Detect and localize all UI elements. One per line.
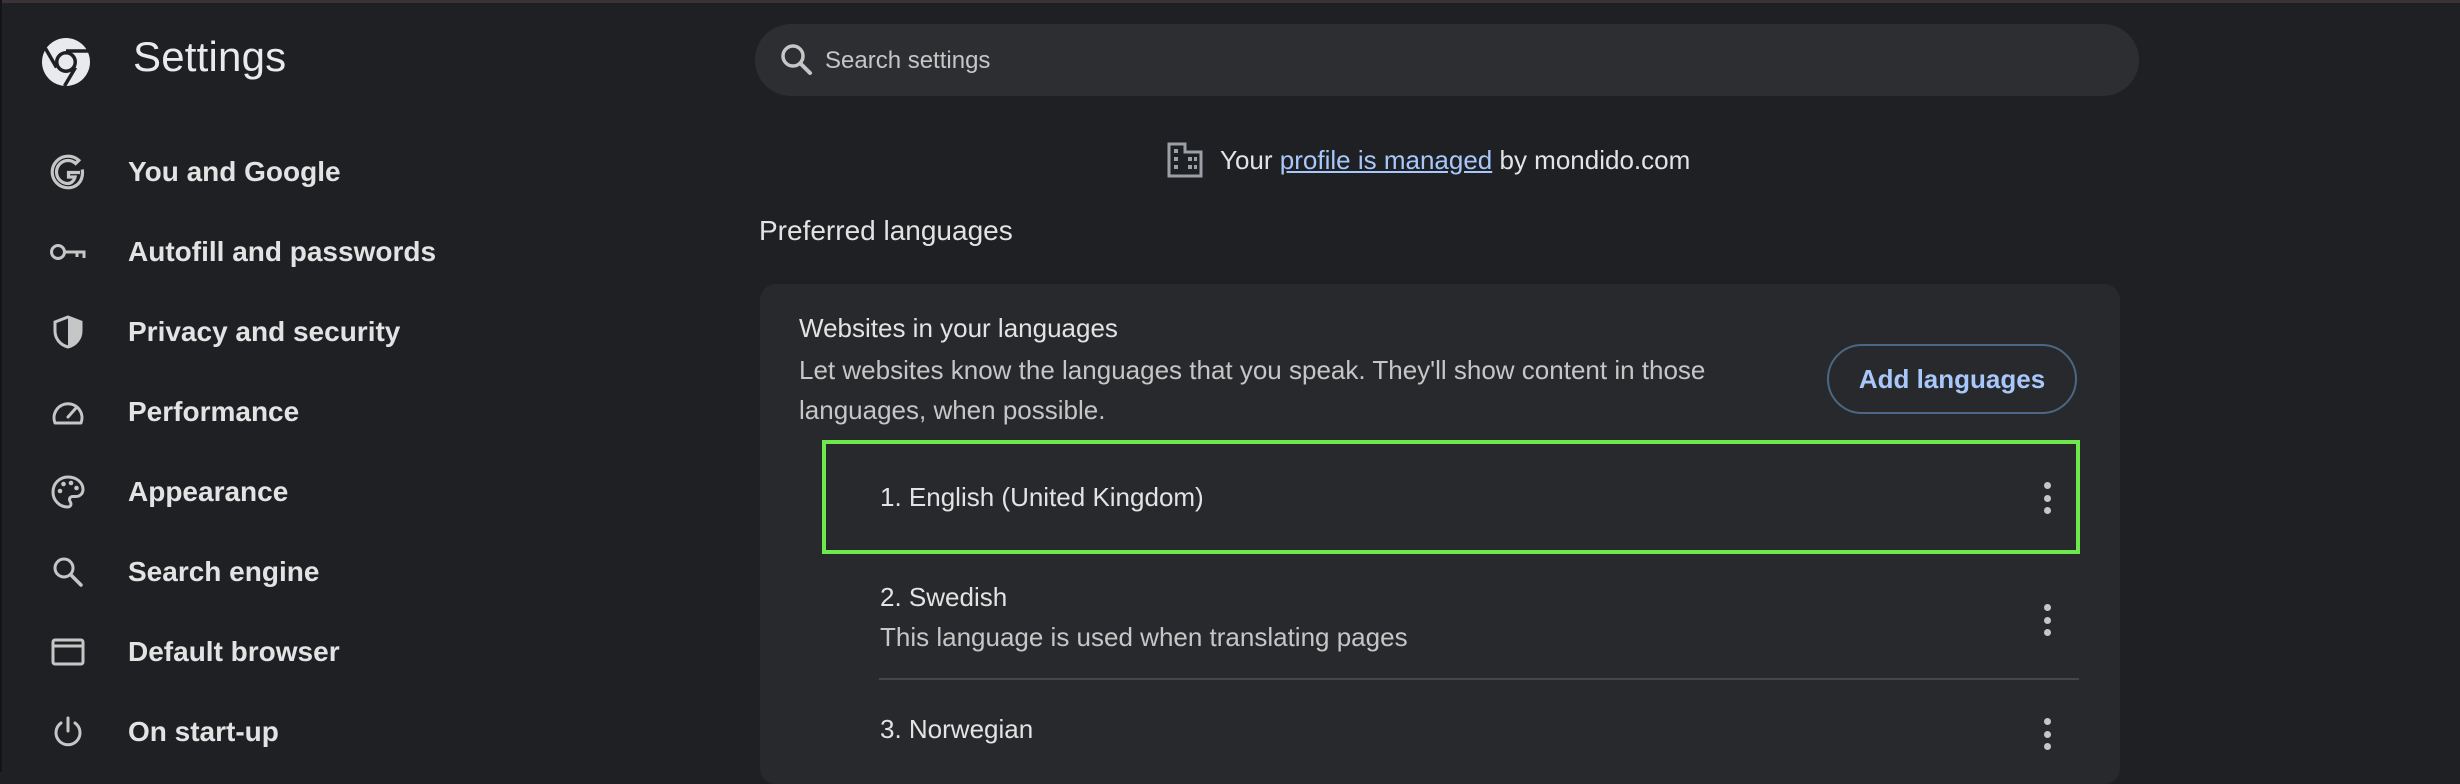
- browser-window-icon: [48, 632, 88, 672]
- page-title: Settings: [133, 33, 287, 80]
- key-icon: [48, 232, 88, 272]
- sidebar-item-label: On start-up: [128, 716, 279, 747]
- more-options-icon[interactable]: [2041, 600, 2053, 640]
- sidebar-item-label: Appearance: [128, 476, 289, 507]
- managed-notice: Your profile is managed by mondido.com: [1166, 140, 1690, 180]
- sidebar-item-you-and-google[interactable]: You and Google: [0, 142, 700, 202]
- sidebar-item-search-engine[interactable]: Search engine: [0, 542, 700, 602]
- power-icon: [48, 712, 88, 752]
- google-g-icon: [48, 152, 88, 192]
- language-note: This language is used when translating p…: [880, 622, 1408, 652]
- selection-highlight: [822, 440, 2080, 554]
- speedometer-icon: [48, 392, 88, 432]
- sidebar-item-default-browser[interactable]: Default browser: [0, 622, 700, 682]
- add-languages-button[interactable]: Add languages: [1827, 344, 2077, 414]
- search-icon: [779, 42, 815, 78]
- sidebar-item-privacy[interactable]: Privacy and security: [0, 302, 700, 362]
- sidebar-item-label: Default browser: [128, 636, 340, 667]
- building-icon: [1166, 141, 1204, 179]
- language-row-swedish: 2. Swedish This language is used when tr…: [824, 570, 2080, 678]
- sidebar-item-autofill[interactable]: Autofill and passwords: [0, 222, 700, 282]
- search-bar[interactable]: [755, 24, 2139, 98]
- language-name: 3. Norwegian: [880, 714, 1034, 744]
- sidebar-item-label: You and Google: [128, 156, 341, 187]
- sidebar-item-label: Privacy and security: [128, 316, 401, 347]
- window-top-border: [0, 0, 2460, 3]
- managed-prefix: Your: [1220, 144, 1273, 175]
- sidebar-item-label: Performance: [128, 396, 300, 427]
- sidebar-item-appearance[interactable]: Appearance: [0, 462, 700, 522]
- search-icon: [48, 552, 88, 592]
- sidebar-item-performance[interactable]: Performance: [0, 382, 700, 442]
- section-title: Preferred languages: [759, 215, 1013, 246]
- card-description: Let websites know the languages that you…: [799, 355, 1706, 425]
- profile-managed-link[interactable]: profile is managed: [1280, 145, 1492, 176]
- search-input[interactable]: [823, 24, 2107, 98]
- sidebar-item-label: Autofill and passwords: [128, 236, 437, 267]
- shield-icon: [48, 312, 88, 352]
- row-divider: [879, 678, 2079, 680]
- sidebar-item-label: Search engine: [128, 556, 320, 587]
- card-title: Websites in your languages: [799, 313, 1118, 343]
- language-name: 2. Swedish: [880, 582, 1008, 612]
- chrome-logo-icon: [40, 36, 92, 88]
- sidebar-item-on-startup[interactable]: On start-up: [0, 702, 700, 762]
- palette-icon: [48, 472, 88, 512]
- managed-suffix: by mondido.com: [1499, 144, 1691, 175]
- more-options-icon[interactable]: [2041, 714, 2053, 754]
- language-row-norwegian: 3. Norwegian: [824, 690, 2080, 770]
